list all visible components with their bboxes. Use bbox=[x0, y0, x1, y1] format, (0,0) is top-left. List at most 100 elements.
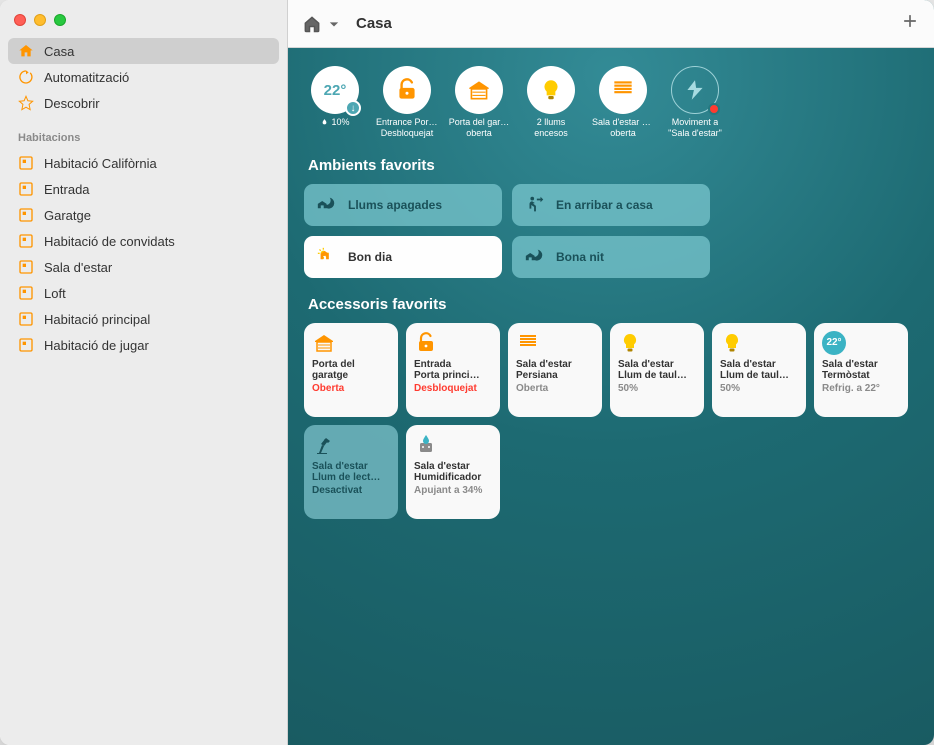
sidebar-item-label: Habitació principal bbox=[44, 312, 150, 327]
alert-dot bbox=[708, 103, 720, 115]
shade-icon bbox=[610, 77, 636, 103]
tile-state: Desbloquejat bbox=[414, 383, 492, 395]
tile-state: Desactivat bbox=[312, 485, 390, 497]
house-icon bbox=[18, 43, 34, 59]
accessory-tile-shade[interactable]: Sala d'estarPersianaOberta bbox=[508, 323, 602, 417]
arrive-home-icon bbox=[524, 194, 546, 216]
room-icon bbox=[18, 181, 34, 197]
star-icon bbox=[18, 95, 34, 111]
minimize-window-button[interactable] bbox=[34, 14, 46, 26]
sidebar-room-item[interactable]: Loft bbox=[8, 280, 279, 306]
sidebar-room-item[interactable]: Habitació principal bbox=[8, 306, 279, 332]
sidebar-room-item[interactable]: Garatge bbox=[8, 202, 279, 228]
room-icon bbox=[18, 207, 34, 223]
sidebar-room-item[interactable]: Habitació de convidats bbox=[8, 228, 279, 254]
home-picker[interactable] bbox=[302, 14, 344, 34]
tile-state: Oberta bbox=[516, 383, 594, 395]
sidebar-item-home[interactable]: Casa bbox=[8, 38, 279, 64]
sidebar-room-item[interactable]: Sala d'estar bbox=[8, 254, 279, 280]
tile-name: Llum de lect… bbox=[312, 472, 390, 484]
accessory-tile-readlamp[interactable]: Sala d'estarLlum de lect…Desactivat bbox=[304, 425, 398, 519]
moon-house-icon bbox=[524, 246, 546, 268]
sidebar-item-label: Automatització bbox=[44, 70, 129, 85]
plus-icon bbox=[900, 11, 920, 31]
tile-name: Llum de taul… bbox=[720, 370, 798, 382]
sidebar-room-item[interactable]: Habitació de jugar bbox=[8, 332, 279, 358]
scenes-section-title: Ambients favorits bbox=[308, 157, 918, 174]
desklamp-icon bbox=[312, 433, 336, 457]
sidebar-item-label: Sala d'estar bbox=[44, 260, 112, 275]
scene-good-night[interactable]: Bona nit bbox=[512, 236, 710, 278]
scene-good-morning[interactable]: Bon dia bbox=[304, 236, 502, 278]
tile-room: Sala d'estar bbox=[414, 461, 492, 473]
zoom-window-button[interactable] bbox=[54, 14, 66, 26]
sidebar-item-discover[interactable]: Descobrir bbox=[8, 90, 279, 116]
page-title: Casa bbox=[356, 15, 392, 32]
moon-house-icon bbox=[316, 194, 338, 216]
accessory-tile-lamp2[interactable]: Sala d'estarLlum de taul…50% bbox=[712, 323, 806, 417]
room-icon bbox=[18, 233, 34, 249]
sidebar-item-label: Casa bbox=[44, 44, 74, 59]
accessory-tile-lock[interactable]: EntradaPorta princi…Desbloquejat bbox=[406, 323, 500, 417]
sidebar-rooms-header: Habitacions bbox=[0, 122, 287, 148]
tile-room: Sala d'estar bbox=[516, 359, 594, 371]
bulb-icon bbox=[538, 77, 564, 103]
scenes-grid: Llums apagades En arribar a casa Bon dia… bbox=[304, 184, 918, 278]
tile-room: Sala d'estar bbox=[822, 359, 900, 371]
accessory-tile-humid[interactable]: Sala d'estarHumidificadorApujant a 34% bbox=[406, 425, 500, 519]
room-icon bbox=[18, 337, 34, 353]
scene-arrive-home[interactable]: En arribar a casa bbox=[512, 184, 710, 226]
lock-open-icon bbox=[394, 77, 420, 103]
tile-state: Oberta bbox=[312, 383, 390, 395]
tile-room: Porta del bbox=[312, 359, 390, 371]
tile-name: Porta princi… bbox=[414, 370, 492, 382]
sidebar-room-item[interactable]: Entrada bbox=[8, 176, 279, 202]
down-arrow-badge: ↓ bbox=[345, 100, 361, 116]
accessory-tile-garage[interactable]: Porta delgaratgeOberta bbox=[304, 323, 398, 417]
accessory-tile-therm[interactable]: 22°Sala d'estarTermòstatRefrig. a 22° bbox=[814, 323, 908, 417]
status-shade[interactable]: Sala d'estar Per… oberta bbox=[592, 66, 654, 139]
sidebar-item-automation[interactable]: Automatització bbox=[8, 64, 279, 90]
status-garage[interactable]: Porta del gar… oberta bbox=[448, 66, 510, 139]
sidebar-nav: Casa Automatització Descobrir bbox=[0, 36, 287, 122]
temp-value: 22° bbox=[324, 82, 347, 99]
main-panel: Casa 22° ↓ 10% Ent bbox=[288, 0, 934, 745]
tile-name: Llum de taul… bbox=[618, 370, 696, 382]
sidebar-room-item[interactable]: Habitació Califòrnia bbox=[8, 150, 279, 176]
garage-icon bbox=[466, 77, 492, 103]
bulb-icon bbox=[720, 331, 744, 355]
sidebar: Casa Automatització Descobrir Habitacion… bbox=[0, 0, 288, 745]
room-icon bbox=[18, 285, 34, 301]
accessories-grid: Porta delgaratgeObertaEntradaPorta princ… bbox=[304, 323, 918, 519]
motion-icon bbox=[682, 77, 708, 103]
garage-icon bbox=[312, 331, 336, 355]
room-icon bbox=[18, 155, 34, 171]
status-row: 22° ↓ 10% Entrance Porta… Desbloquejat P bbox=[304, 66, 918, 139]
accessory-tile-lamp1[interactable]: Sala d'estarLlum de taul…50% bbox=[610, 323, 704, 417]
tile-name: Humidificador bbox=[414, 472, 492, 484]
toolbar: Casa bbox=[288, 0, 934, 48]
sidebar-item-label: Habitació de jugar bbox=[44, 338, 149, 353]
tile-name: Persiana bbox=[516, 370, 594, 382]
status-lights[interactable]: 2 llums encesos bbox=[520, 66, 582, 139]
chevron-down-icon bbox=[324, 14, 344, 34]
automation-icon bbox=[18, 69, 34, 85]
content-scroll[interactable]: 22° ↓ 10% Entrance Porta… Desbloquejat P bbox=[288, 48, 934, 745]
humid-icon bbox=[414, 433, 438, 457]
status-lock[interactable]: Entrance Porta… Desbloquejat bbox=[376, 66, 438, 139]
close-window-button[interactable] bbox=[14, 14, 26, 26]
tile-room: Sala d'estar bbox=[618, 359, 696, 371]
lock-icon bbox=[414, 331, 438, 355]
status-climate[interactable]: 22° ↓ 10% bbox=[304, 66, 366, 139]
tile-room: Sala d'estar bbox=[720, 359, 798, 371]
bulb-icon bbox=[618, 331, 642, 355]
sidebar-item-label: Habitació de convidats bbox=[44, 234, 175, 249]
status-motion[interactable]: Moviment a "Sala d'estar" bbox=[664, 66, 726, 139]
tile-name: garatge bbox=[312, 370, 390, 382]
sidebar-rooms: Habitació CalifòrniaEntradaGaratge Habita… bbox=[0, 148, 287, 364]
tile-room: Sala d'estar bbox=[312, 461, 390, 473]
tile-state: Refrig. a 22° bbox=[822, 383, 900, 395]
scene-lights-off[interactable]: Llums apagades bbox=[304, 184, 502, 226]
sidebar-item-label: Descobrir bbox=[44, 96, 100, 111]
add-button[interactable] bbox=[900, 11, 920, 36]
